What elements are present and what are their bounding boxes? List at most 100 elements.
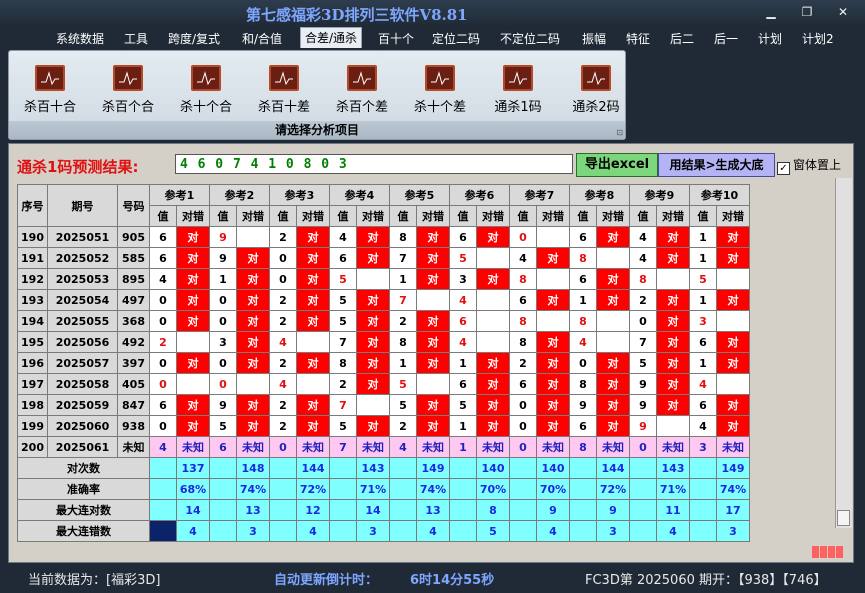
table-row[interactable]: 192 2025053 895 4 对 1 对 0 对 5 1 对 3 对 8 6 对 8 5 [17,268,750,290]
summary-pad-cell [389,457,417,479]
summary-value-cell: 4 [656,520,690,542]
value-cell: 4 [149,268,177,290]
value-cell: 2 [389,415,417,437]
menu-item[interactable]: 定位二码 [428,29,484,48]
value-cell: 0 [509,226,537,248]
menu-item[interactable]: 计划2 [798,29,838,48]
table-row[interactable]: 195 2025056 492 2 3 对 4 7 对 8 对 4 8 对 4 7 对 6 对 [17,331,750,353]
result-cell: 对 [236,394,270,416]
issue-cell: 2025060 [47,415,118,437]
menu-item[interactable]: 百十个 [374,29,418,48]
result-cell: 对 [236,268,270,290]
col-header-value: 值 [629,205,657,227]
summary-pad-cell [209,478,237,500]
menu-item[interactable]: 和/合值 [238,29,286,48]
seq-cell: 192 [17,268,48,290]
value-cell: 4 [569,331,597,353]
menu-item[interactable]: 跨度/复式 [164,29,224,48]
value-cell: 5 [329,268,357,290]
result-cell: 对 [716,352,750,374]
menu-item[interactable]: 工具 [120,29,152,48]
table-row[interactable]: 199 2025060 938 0 对 5 对 2 对 5 对 2 对 1 对 0 对 6 对 9 4 对 [17,415,750,437]
value-cell: 4 [689,415,717,437]
menu-item[interactable]: 系统数据 [52,29,108,48]
ribbon-button[interactable]: 杀百十差 [249,65,319,115]
ribbon-button[interactable]: 杀百十合 [15,65,85,115]
result-cell: 对 [716,415,750,437]
countdown-value: 6时14分55秒 [410,573,495,588]
maximize-icon[interactable]: ❐ [796,4,818,20]
value-cell: 0 [269,436,297,458]
ribbon-button[interactable]: 杀百个合 [93,65,163,115]
col-header-number: 号码 [117,184,150,227]
result-cell [356,394,390,416]
table-row[interactable]: 194 2025055 368 0 对 0 对 2 对 5 对 2 对 6 8 8 0 对 3 [17,310,750,332]
seq-cell: 195 [17,331,48,353]
window-on-top-checkbox[interactable]: ✓ 窗体置上 [777,156,841,175]
dialog-launcher-icon[interactable]: ⊡ [616,128,623,137]
result-cell [476,247,510,269]
table-row[interactable]: 196 2025057 397 0 对 0 对 2 对 8 对 1 对 1 对 2 对 0 对 5 对 1 对 [17,352,750,374]
value-cell: 6 [569,415,597,437]
value-cell: 6 [689,394,717,416]
minimize-icon[interactable]: ▁ [760,4,782,20]
scrollbar-thumb[interactable] [837,510,850,526]
result-cell: 对 [236,331,270,353]
summary-pad-cell [689,457,717,479]
menu-item[interactable]: 计划 [754,29,786,48]
col-header-result: 对错 [296,205,330,227]
table-row[interactable]: 190 2025051 905 6 对 9 2 对 4 对 8 对 6 对 0 6 对 4 对 1 对 [17,226,750,248]
issue-cell: 2025055 [47,310,118,332]
result-cell: 对 [416,268,450,290]
col-header-result: 对错 [536,205,570,227]
ribbon-button[interactable]: 杀十个合 [171,65,241,115]
table-row[interactable]: 200 2025061 未知 4 未知 6 未知 0 未知 7 未知 4 未知 1 未知 0 未知 8 未知 0 未知 3… [17,436,750,458]
value-cell: 7 [389,247,417,269]
generate-base-button[interactable]: 用结果>生成大底 [658,153,775,177]
menu-item[interactable]: 特征 [622,29,654,48]
ribbon-button[interactable]: 杀十个差 [405,65,475,115]
summary-pad-cell [389,478,417,500]
summary-value-cell: 11 [656,499,690,521]
table-row[interactable]: 198 2025059 847 6 对 9 对 2 对 7 5 对 5 对 0 对 9 对 9 对 6 对 [17,394,750,416]
result-cell: 对 [596,289,630,311]
chart-line-icon [35,65,65,91]
menu-item[interactable]: 振幅 [578,29,610,48]
menu-item[interactable]: 后一 [710,29,742,48]
export-excel-button[interactable]: 导出excel [576,153,658,177]
table-row[interactable]: 193 2025054 497 0 对 0 对 2 对 5 对 7 4 6 对 1 对 2 对 1 对 [17,289,750,311]
value-cell: 9 [569,394,597,416]
menu-item[interactable]: 后二 [666,29,698,48]
col-header-result: 对错 [356,205,390,227]
menu-item[interactable]: 不定位二码 [496,29,564,48]
value-cell: 8 [509,331,537,353]
summary-value-cell: 137 [176,457,210,479]
issue-cell: 2025059 [47,394,118,416]
ribbon-button[interactable]: 通杀1码 [483,65,553,115]
table-row[interactable]: 197 2025058 405 0 0 4 2 对 5 6 对 6 对 8 对 9 对 4 [17,373,750,395]
result-cell: 对 [536,415,570,437]
summary-value-cell: 3 [356,520,390,542]
result-cell: 对 [596,373,630,395]
result-cell: 对 [416,226,450,248]
seq-cell: 196 [17,352,48,374]
value-cell: 0 [149,289,177,311]
summary-value-cell: 148 [236,457,270,479]
close-icon[interactable]: ✕ [832,4,854,20]
ribbon-button[interactable]: 通杀2码 [561,65,631,115]
summary-pad-cell [149,499,177,521]
value-cell: 8 [569,247,597,269]
col-header-ref: 参考5 [389,184,450,206]
value-cell: 0 [509,394,537,416]
issue-cell: 2025053 [47,268,118,290]
prediction-result-field[interactable]: 4 6 0 7 4 1 0 8 0 3 [175,154,573,174]
table-row[interactable]: 191 2025052 585 6 对 9 对 0 对 6 对 7 对 5 4 对 8 4 对 1 对 [17,247,750,269]
value-cell: 6 [149,247,177,269]
result-cell: 对 [176,247,210,269]
menu-item[interactable]: 合差/通杀 [300,27,363,48]
number-cell: 585 [117,247,150,269]
vertical-scrollbar[interactable] [835,178,852,528]
ribbon-button[interactable]: 杀百个差 [327,65,397,115]
result-cell [536,226,570,248]
value-cell: 0 [629,436,657,458]
